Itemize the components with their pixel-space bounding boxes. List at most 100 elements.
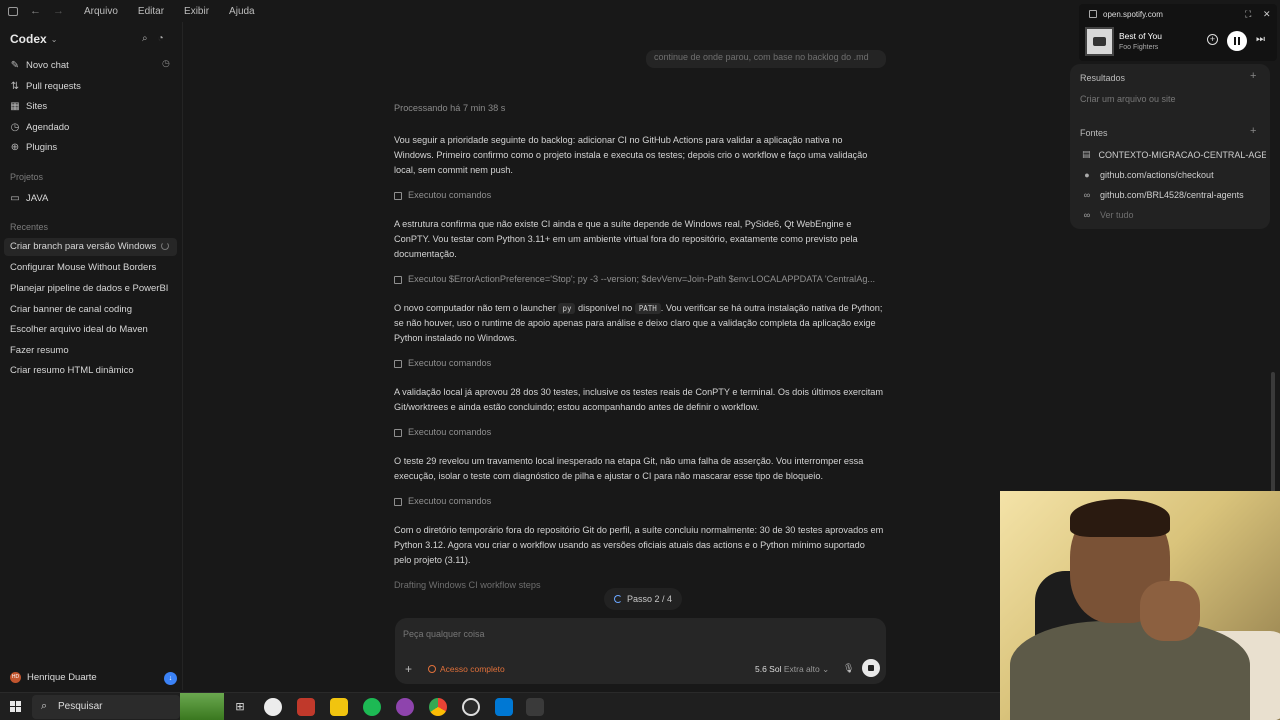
app-icon[interactable] xyxy=(462,698,480,716)
sources-heading: Fontes xyxy=(1080,128,1108,138)
sidebar-item-pull-requests[interactable]: ⇅ Pull requests xyxy=(10,78,81,94)
app-icon[interactable] xyxy=(297,698,315,716)
terminal-icon xyxy=(394,191,402,200)
inline-code: py xyxy=(558,303,576,314)
access-mode-button[interactable]: Acesso completo xyxy=(428,664,505,674)
taskbar-search[interactable]: ⌕ Pesquisar xyxy=(32,695,180,719)
reasoning-effort: Extra alto xyxy=(783,664,820,674)
microphone-icon[interactable]: 🎙︎ xyxy=(843,663,854,674)
terminal-icon xyxy=(394,497,402,506)
expand-icon[interactable]: ⛶ xyxy=(1245,9,1251,20)
inline-code: PATH xyxy=(634,303,661,314)
command-summary[interactable]: Executou $ErrorActionPreference='Stop'; … xyxy=(394,272,884,287)
recent-item[interactable]: Planejar pipeline de dados e PowerBI xyxy=(10,281,168,297)
add-attachment-icon[interactable]: + xyxy=(405,662,412,676)
forward-arrow-icon[interactable]: → xyxy=(53,5,64,17)
search-icon[interactable]: ⌕ xyxy=(142,33,148,44)
command-label: Executou comandos xyxy=(408,358,492,368)
results-heading: Resultados xyxy=(1080,73,1126,83)
chrome-icon[interactable] xyxy=(429,698,447,716)
window-icon[interactable] xyxy=(8,6,18,16)
source-item[interactable]: ∞ github.com/BRL4528/central-agents xyxy=(1082,190,1266,200)
clock-icon[interactable]: ◷ xyxy=(162,58,170,69)
workspace-switcher[interactable]: Codex ⌄ xyxy=(10,32,57,46)
github-icon: ● xyxy=(1084,170,1090,180)
sidebar-item-label: Agendado xyxy=(26,121,70,133)
recent-item[interactable]: Criar resumo HTML dinâmico xyxy=(10,363,134,379)
menu-arquivo[interactable]: Arquivo xyxy=(84,6,118,17)
user-name: Henrique Duarte xyxy=(27,672,97,683)
recent-item[interactable]: Escolher arquivo ideal do Maven xyxy=(10,322,148,338)
prompt-input[interactable]: Peça qualquer coisa xyxy=(403,629,485,639)
terminal-icon xyxy=(394,359,402,368)
processing-status[interactable]: Processando há 7 min 38 s xyxy=(394,101,884,116)
add-result-icon[interactable]: + xyxy=(1250,70,1256,82)
next-track-icon[interactable]: ⏭ xyxy=(1256,34,1265,45)
file-explorer-icon[interactable] xyxy=(330,698,348,716)
app-icon[interactable] xyxy=(264,698,282,716)
add-to-library-icon[interactable]: + xyxy=(1207,34,1218,45)
menu-ajuda[interactable]: Ajuda xyxy=(229,6,255,17)
search-placeholder: Pesquisar xyxy=(58,701,103,712)
command-summary[interactable]: Executou comandos xyxy=(394,494,884,509)
add-source-icon[interactable]: + xyxy=(1250,125,1256,137)
source-label: github.com/BRL4528/central-agents xyxy=(1100,190,1244,200)
terminal-icon xyxy=(394,275,402,284)
recent-item[interactable]: Criar branch para versão Windows xyxy=(4,238,177,256)
sidebar-item-label: Sites xyxy=(26,100,48,112)
command-label: Executou comandos xyxy=(408,427,492,437)
chatgpt-icon[interactable] xyxy=(526,698,544,716)
menu-editar[interactable]: Editar xyxy=(138,6,164,17)
sidebar-item-plugins[interactable]: ⊕ Plugins xyxy=(10,139,57,155)
command-summary[interactable]: Executou comandos xyxy=(394,356,884,371)
recent-item[interactable]: Configurar Mouse Without Borders xyxy=(10,260,156,276)
spinner-icon xyxy=(614,595,622,603)
stop-button[interactable] xyxy=(862,659,880,677)
text-fragment: disponível no xyxy=(575,303,635,313)
user-profile[interactable]: HD Henrique Duarte xyxy=(10,672,97,683)
webcam-overlay xyxy=(1000,491,1280,720)
command-summary[interactable]: Executou comandos xyxy=(394,425,884,440)
song-title: Best of You xyxy=(1119,31,1163,41)
windows-start-icon[interactable] xyxy=(10,701,22,713)
recent-heading: Recentes xyxy=(10,222,49,232)
task-view-icon[interactable]: ⊞ xyxy=(231,698,249,716)
vscode-icon[interactable] xyxy=(495,698,513,716)
response-paragraph: O teste 29 revelou um travamento local i… xyxy=(394,456,864,481)
clock-icon: ◷ xyxy=(10,121,20,133)
project-label: JAVA xyxy=(26,192,49,204)
command-summary[interactable]: Executou comandos xyxy=(394,188,884,203)
step-progress[interactable]: Passo 2 / 4 xyxy=(604,588,683,610)
link-icon: ∞ xyxy=(1083,210,1091,220)
sidebar-item-novo-chat[interactable]: ✎ Novo chat xyxy=(10,57,69,73)
sidebar-item-agendado[interactable]: ◷ Agendado xyxy=(10,119,70,135)
player-url: open.spotify.com xyxy=(1103,10,1163,19)
recent-item[interactable]: Criar banner de canal coding xyxy=(10,302,132,318)
results-hint[interactable]: Criar um arquivo ou site xyxy=(1080,94,1176,104)
app-icon[interactable] xyxy=(396,698,414,716)
see-all-link[interactable]: ∞ Ver tudo xyxy=(1082,210,1266,220)
close-icon[interactable]: ✕ xyxy=(1263,9,1271,20)
search-icon: ⌕ xyxy=(41,700,48,712)
sidebar-item-sites[interactable]: ▦ Sites xyxy=(10,98,47,114)
bell-icon[interactable]: ◔ xyxy=(158,33,164,44)
widget-thumbnail[interactable] xyxy=(180,693,224,720)
update-badge-icon[interactable]: ↓ xyxy=(164,672,177,685)
brand-name: Codex xyxy=(10,32,47,46)
project-item-java[interactable]: ▭ JAVA xyxy=(10,190,48,206)
recent-item[interactable]: Fazer resumo xyxy=(10,343,69,359)
pause-button[interactable] xyxy=(1227,31,1247,51)
source-item[interactable]: ▤ CONTEXTO-MIGRACAO-CENTRAL-AGE xyxy=(1082,149,1266,160)
sidebar: Codex ⌄ ⌕ ◔ ··· ✎ Novo chat ◷ ⇅ Pull req… xyxy=(0,22,204,690)
loading-spinner-icon xyxy=(161,242,169,250)
chevron-down-icon: ⌄ xyxy=(822,664,830,674)
back-arrow-icon[interactable]: ← xyxy=(30,5,41,17)
source-item[interactable]: ● github.com/actions/checkout xyxy=(1082,170,1266,180)
menu-exibir[interactable]: Exibir xyxy=(184,6,209,17)
spotify-icon[interactable] xyxy=(363,698,381,716)
response-paragraph: A estrutura confirma que não existe CI a… xyxy=(394,219,858,259)
avatar: HD xyxy=(10,672,21,683)
sidebar-item-label: Pull requests xyxy=(26,80,81,92)
model-selector[interactable]: 5.6 Sol Extra alto ⌄ xyxy=(755,664,829,675)
folder-icon: ▭ xyxy=(10,192,20,204)
